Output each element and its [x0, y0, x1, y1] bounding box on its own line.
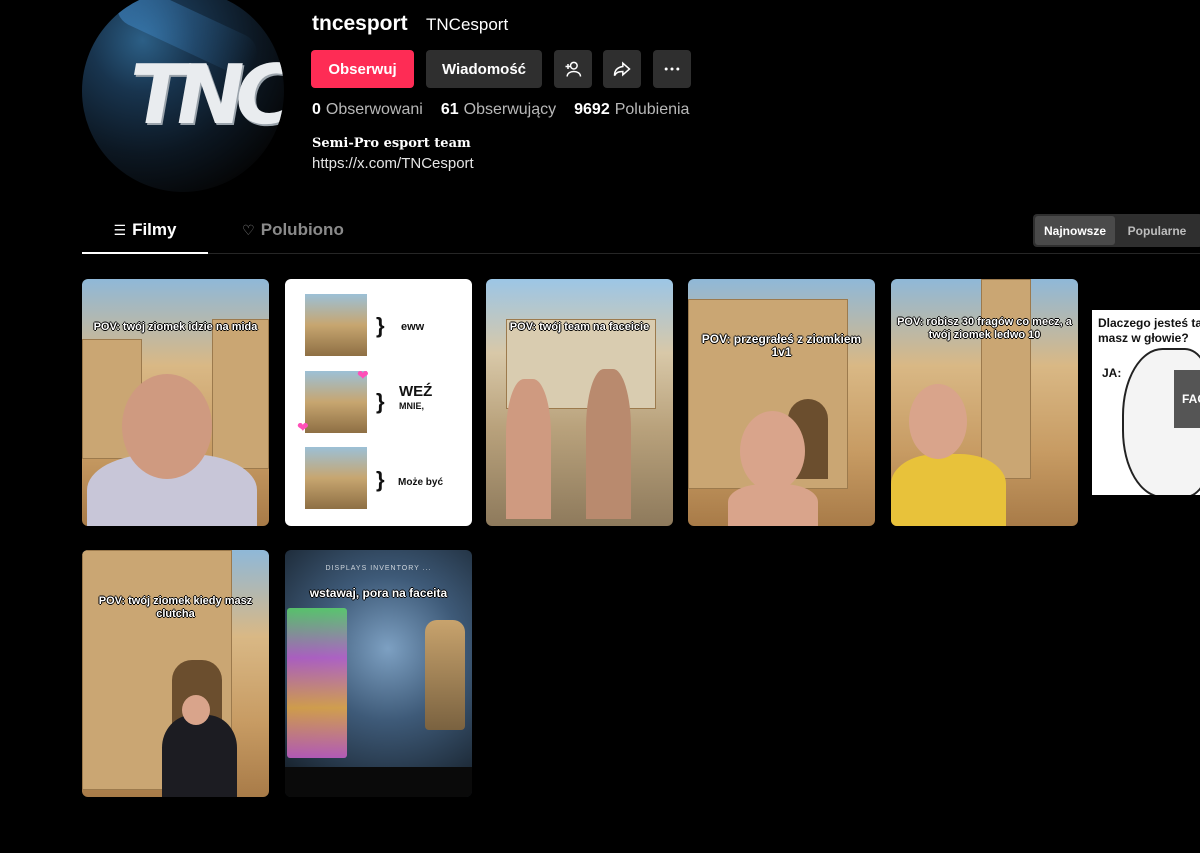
- stat-followers-label: Obserwujący: [463, 101, 557, 118]
- stat-likes-label: Polubienia: [614, 101, 690, 118]
- brace-symbol: }: [376, 389, 385, 414]
- more-icon: [664, 67, 680, 71]
- stat-likes: 9692 Polubienia: [574, 101, 689, 119]
- profile-stats: 0 Obserwowani 61 Obserwujący 9692 Polubieni…: [312, 101, 689, 119]
- heart-icon: ❤: [297, 419, 309, 435]
- share-button[interactable]: [603, 50, 641, 88]
- video-thumb-person: [586, 369, 631, 519]
- message-button[interactable]: Wiadomość: [426, 50, 542, 88]
- video-thumb-face: [909, 384, 967, 459]
- add-user-button[interactable]: [554, 50, 592, 88]
- video-card[interactable]: DISPLAYS INVENTORY ... wstawaj, pora na …: [285, 550, 472, 797]
- video-thumb-image: [305, 447, 367, 509]
- add-user-icon: [565, 61, 582, 77]
- more-button[interactable]: [653, 50, 691, 88]
- video-caption: POV: robisz 30 fragów co mecz, a twój zi…: [897, 316, 1072, 341]
- video-caption: Dlaczego jesteś tak masz w głowie?: [1098, 316, 1200, 345]
- brace-symbol: }: [376, 313, 385, 338]
- tab-videos-label: Filmy: [132, 220, 177, 239]
- meme-text: Może być: [398, 477, 444, 488]
- video-thumb-person: [162, 715, 237, 797]
- video-thumb-face: [122, 374, 212, 479]
- video-thumb-face: [740, 411, 805, 491]
- video-card[interactable]: POV: twój ziomek kiedy masz clutcha: [82, 550, 269, 797]
- video-caption: POV: twój ziomek kiedy masz clutcha: [98, 595, 253, 620]
- meme-text: MNIE,: [399, 401, 425, 411]
- video-caption: POV: przegrałeś z ziomkiem 1v1: [701, 332, 862, 359]
- video-card[interactable]: } eww ❤ ❤ } WEŹ MNIE, } Może być: [285, 279, 472, 526]
- tab-liked[interactable]: ♡ Polubiono: [230, 220, 356, 254]
- sort-newest-button[interactable]: Najnowsze: [1035, 216, 1115, 245]
- video-thumb-image: [305, 294, 367, 356]
- video-thumb-building: [981, 279, 1031, 479]
- sort-popular-button[interactable]: Popularne: [1115, 216, 1199, 245]
- stat-likes-count: 9692: [574, 101, 610, 118]
- video-thumb-person: [728, 484, 818, 526]
- video-caption: wstawaj, pora na faceita: [309, 586, 448, 600]
- stat-following-label: Obserwowani: [325, 101, 423, 118]
- meme-text: eww: [401, 321, 425, 333]
- video-card[interactable]: Dlaczego jesteś tak masz w głowie? JA: F…: [1092, 310, 1200, 495]
- stat-followers-count: 61: [440, 101, 459, 118]
- video-thumb-panel: [287, 608, 347, 758]
- stat-following[interactable]: 0 Obserwowani: [312, 101, 423, 119]
- video-card[interactable]: POV: przegrałeś z ziomkiem 1v1: [688, 279, 875, 526]
- faceit-badge: FAC: [1174, 370, 1200, 428]
- tab-liked-label: Polubiono: [260, 220, 344, 239]
- heart-icon: ❤: [357, 367, 369, 383]
- meme-text: WEŹ: [399, 383, 433, 400]
- video-thumb-menu: DISPLAYS INVENTORY ...: [325, 565, 432, 572]
- video-thumb-frame: [285, 767, 472, 797]
- video-thumb-person: [891, 454, 1006, 526]
- video-thumb-building: [212, 319, 269, 469]
- tab-videos[interactable]: ☰ Filmy: [82, 220, 208, 254]
- brace-symbol: }: [376, 467, 385, 492]
- video-caption: POV: twój team na faceicie: [509, 321, 650, 333]
- video-card[interactable]: POV: twój team na faceicie: [486, 279, 673, 526]
- profile-nickname: TNCesport: [426, 15, 509, 34]
- grid-icon: ☰: [113, 222, 127, 238]
- stat-following-count: 0: [312, 101, 321, 118]
- follow-button[interactable]: Obserwuj: [311, 50, 414, 88]
- profile-avatar[interactable]: TNC: [82, 0, 284, 192]
- video-card[interactable]: POV: twój ziomek idzie na mida: [82, 279, 269, 526]
- video-card[interactable]: POV: robisz 30 fragów co mecz, a twój zi…: [891, 279, 1078, 526]
- heart-lock-icon: ♡: [242, 222, 255, 238]
- video-thumb-player: [425, 620, 465, 730]
- stat-followers[interactable]: 61 Obserwujący: [441, 101, 556, 119]
- video-thumb-person: [506, 379, 551, 519]
- profile-link[interactable]: https://x.com/TNCesport: [312, 155, 474, 172]
- share-icon: [613, 61, 631, 77]
- avatar-logo: TNC: [121, 48, 284, 143]
- profile-username: tncesport: [312, 12, 408, 35]
- sort-toggle: Najnowsze Popularne: [1033, 214, 1200, 247]
- video-caption: POV: twój ziomek idzie na mida: [93, 321, 258, 333]
- video-thumb-face: [182, 695, 210, 725]
- profile-bio: Semi-Pro esport team: [312, 136, 471, 151]
- meme-text: JA:: [1102, 366, 1122, 380]
